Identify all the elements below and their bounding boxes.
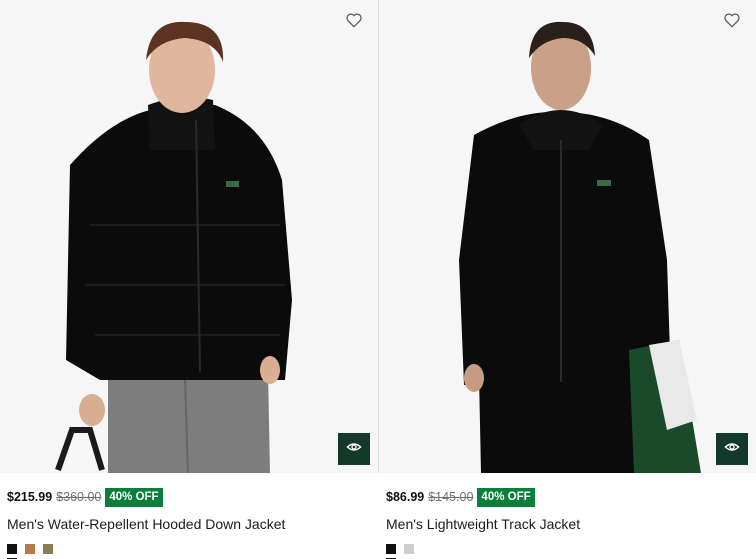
product-card[interactable]: $215.99 $360.00 40% OFF Men's Water-Repe… xyxy=(0,0,378,559)
price-row: $215.99 $360.00 40% OFF xyxy=(7,487,368,507)
product-info: $215.99 $360.00 40% OFF Men's Water-Repe… xyxy=(7,487,368,559)
product-title[interactable]: Men's Lightweight Track Jacket xyxy=(386,516,746,532)
sale-price: $86.99 xyxy=(386,490,425,504)
original-price: $360.00 xyxy=(56,490,102,504)
swatch-light-grey[interactable] xyxy=(404,544,414,554)
discount-badge: 40% OFF xyxy=(105,487,163,507)
eye-icon xyxy=(724,439,740,460)
product-image[interactable] xyxy=(0,0,378,473)
product-card[interactable]: $86.99 $145.00 40% OFF Men's Lightweight… xyxy=(379,0,756,559)
product-title[interactable]: Men's Water-Repellent Hooded Down Jacket xyxy=(7,516,368,532)
quick-view-button[interactable] xyxy=(338,433,370,465)
original-price: $145.00 xyxy=(428,490,474,504)
quick-view-button[interactable] xyxy=(716,433,748,465)
price-row: $86.99 $145.00 40% OFF xyxy=(386,487,746,507)
product-photo-track-jacket xyxy=(379,0,756,473)
swatch-olive[interactable] xyxy=(43,544,53,554)
product-grid: $215.99 $360.00 40% OFF Men's Water-Repe… xyxy=(0,0,756,559)
sale-price: $215.99 xyxy=(7,490,53,504)
swatch-black[interactable] xyxy=(7,544,17,559)
discount-badge: 40% OFF xyxy=(477,487,535,507)
color-swatches xyxy=(386,544,746,559)
swatch-black[interactable] xyxy=(386,544,396,559)
product-image[interactable] xyxy=(379,0,756,473)
wishlist-heart-icon[interactable] xyxy=(344,10,364,30)
wishlist-heart-icon[interactable] xyxy=(722,10,742,30)
swatch-brown[interactable] xyxy=(25,544,35,554)
product-info: $86.99 $145.00 40% OFF Men's Lightweight… xyxy=(386,487,746,559)
product-photo-down-jacket xyxy=(0,0,378,473)
eye-icon xyxy=(346,439,362,460)
color-swatches xyxy=(7,544,368,559)
